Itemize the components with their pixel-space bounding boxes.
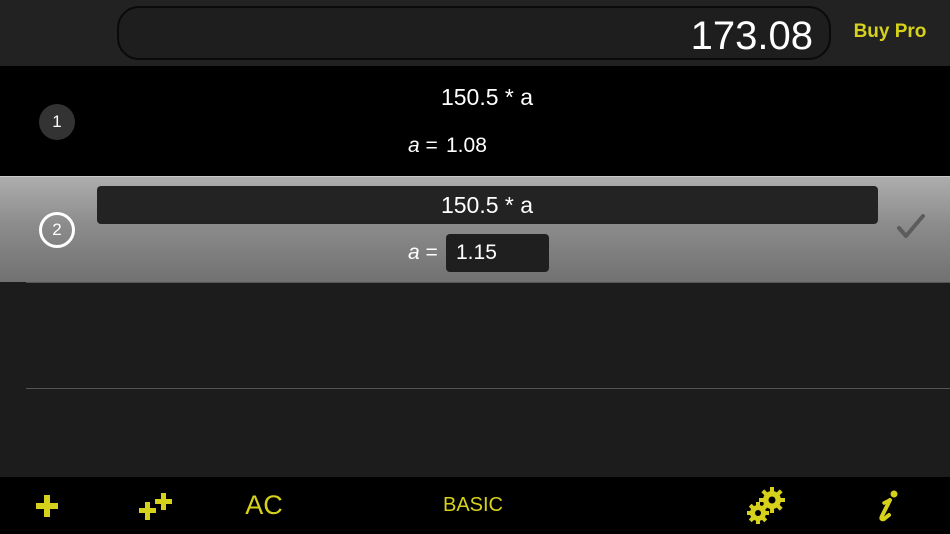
variable-value[interactable]: 1.08 <box>446 132 487 160</box>
row-divider <box>26 388 950 389</box>
expression-text: 150.5 * a <box>440 192 534 218</box>
variable-label: a = <box>408 239 438 267</box>
double-plus-icon <box>139 492 172 520</box>
row-number-badge: 1 <box>39 104 75 140</box>
result-display: 173.08 <box>117 6 831 60</box>
add-multiple-button[interactable] <box>134 477 176 534</box>
result-value: 173.08 <box>690 14 813 58</box>
expression-row-2[interactable]: 2 150.5 * a a = 1.15 <box>0 176 950 282</box>
variable-name: a <box>408 134 420 157</box>
expression-field[interactable]: 150.5 * a <box>97 186 878 224</box>
equals-sign: = <box>425 134 438 157</box>
info-icon <box>879 490 898 521</box>
gears-icon <box>747 486 785 524</box>
row-number-badge: 2 <box>39 212 75 248</box>
settings-button[interactable] <box>742 477 792 534</box>
expression-text: 150.5 * a <box>440 84 534 110</box>
expression-row-1[interactable]: 1 150.5 * a a = 1.08 <box>0 66 950 176</box>
row-divider <box>26 282 950 283</box>
add-expression-button[interactable] <box>28 477 66 534</box>
variable-label: a = <box>408 132 438 160</box>
buy-pro-button[interactable]: Buy Pro <box>850 18 930 46</box>
info-button[interactable] <box>868 477 908 534</box>
mode-basic-button[interactable]: BASIC <box>432 477 514 534</box>
all-clear-button[interactable]: AC <box>238 477 290 534</box>
bottom-toolbar: AC BASIC <box>0 477 950 534</box>
checkmark-icon[interactable] <box>895 210 927 242</box>
variable-value-input[interactable]: 1.15 <box>446 234 549 272</box>
equals-sign: = <box>425 241 438 264</box>
plus-icon <box>36 494 58 517</box>
variable-name: a <box>408 241 420 264</box>
top-bar: 173.08 Buy Pro <box>0 0 950 66</box>
